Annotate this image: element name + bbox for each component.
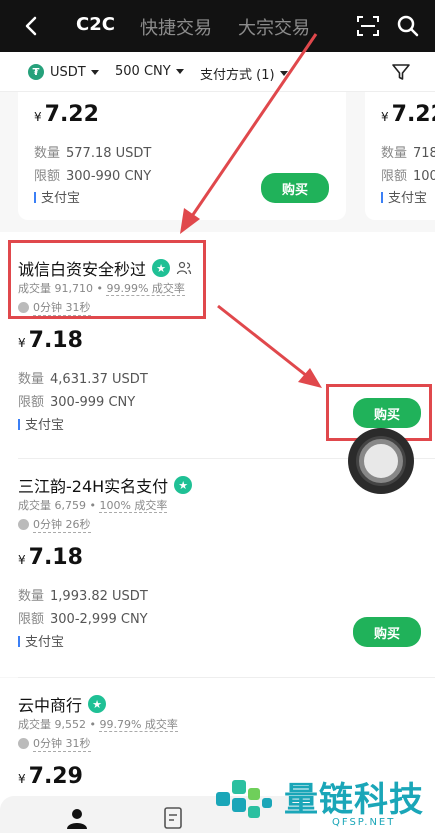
amount-label: 500 CNY — [115, 64, 171, 79]
coin-label: USDT — [50, 64, 86, 80]
ring-icon — [359, 439, 403, 483]
limit-row: 限额 300-990 CNY — [34, 169, 152, 184]
quantity-row: 数量 4,631.37 USDT — [18, 372, 148, 387]
limit-row: 限额 300-2,999 CNY — [18, 612, 148, 627]
clock-icon — [18, 519, 29, 530]
user-icon[interactable] — [64, 806, 90, 830]
payment-method: 支付宝 — [18, 631, 64, 650]
verified-badge-icon: ★ — [88, 695, 107, 713]
watermark-logo-icon — [216, 780, 272, 818]
tab-c2c[interactable]: C2C — [76, 14, 115, 35]
payment-method: 支付宝 — [18, 414, 64, 433]
caret-down-icon — [175, 69, 184, 74]
verified-badge-icon: ★ — [174, 476, 193, 494]
back-icon[interactable] — [20, 14, 44, 38]
orders-icon[interactable] — [160, 806, 186, 830]
payment-method: 支付宝 — [34, 187, 80, 206]
caret-down-icon — [279, 71, 288, 76]
quantity-row: 数量 1,993.82 USDT — [18, 589, 148, 604]
tab-quick-trade[interactable]: 快捷交易 — [140, 14, 212, 40]
coin-selector[interactable]: ₮ USDT — [28, 64, 99, 80]
featured-ad-card[interactable]: ¥7.22 数量 577.18 USDT 限额 300-990 CNY 支付宝 购买 — [18, 92, 346, 220]
clock-icon — [18, 738, 29, 749]
release-time: 0分钟 31秒 — [18, 735, 91, 752]
merchant-stats: 成交量 9,552 • 99.79% 成交率 — [18, 718, 178, 732]
merchant-name[interactable]: 三江韵-24H实名支付 ★ — [18, 473, 193, 497]
filter-icon[interactable] — [391, 62, 411, 82]
quantity-row: 数量 718 — [381, 146, 435, 161]
caret-down-icon — [90, 69, 99, 75]
payment-method: 支付宝 — [381, 187, 427, 206]
release-time: 0分钟 26秒 — [18, 516, 91, 533]
scan-icon[interactable] — [356, 15, 380, 37]
featured-ad-card[interactable]: ¥7.22 数量718 限额100 支付宝 — [365, 92, 435, 220]
limit-row: 限额 300-999 CNY — [18, 395, 136, 410]
search-icon[interactable] — [396, 14, 420, 38]
filter-bar: ₮ USDT 500 CNY 支付方式 (1) — [0, 52, 435, 92]
buy-button[interactable]: 购买 — [353, 617, 421, 647]
limit-row: 限额 100 — [381, 169, 435, 184]
top-bar: C2C 快捷交易 大宗交易 — [0, 0, 435, 52]
price: ¥7.18 — [18, 328, 83, 353]
tab-block-trade[interactable]: 大宗交易 — [238, 14, 310, 40]
buy-button[interactable]: 购买 — [261, 173, 329, 203]
merchant-highlight-box — [8, 240, 206, 319]
amount-selector[interactable]: 500 CNY — [115, 64, 184, 79]
watermark: 量链科技 QFSP.NET — [212, 770, 435, 833]
watermark-url: QFSP.NET — [332, 817, 396, 828]
merchant-stats: 成交量 6,759 • 100% 成交率 — [18, 499, 168, 513]
price: ¥7.29 — [18, 764, 83, 789]
quantity-row: 数量 577.18 USDT — [34, 146, 152, 161]
price: ¥7.22 — [34, 102, 99, 127]
merchant-name[interactable]: 云中商行 ★ — [18, 692, 107, 716]
price: ¥7.18 — [18, 545, 83, 570]
payment-selector[interactable]: 支付方式 (1) — [200, 64, 288, 83]
payment-label: 支付方式 (1) — [200, 68, 275, 83]
watermark-text: 量链科技 — [284, 780, 424, 820]
price: ¥7.22 — [381, 102, 435, 127]
usdt-icon: ₮ — [28, 64, 44, 80]
floating-assist-button[interactable] — [348, 428, 414, 494]
